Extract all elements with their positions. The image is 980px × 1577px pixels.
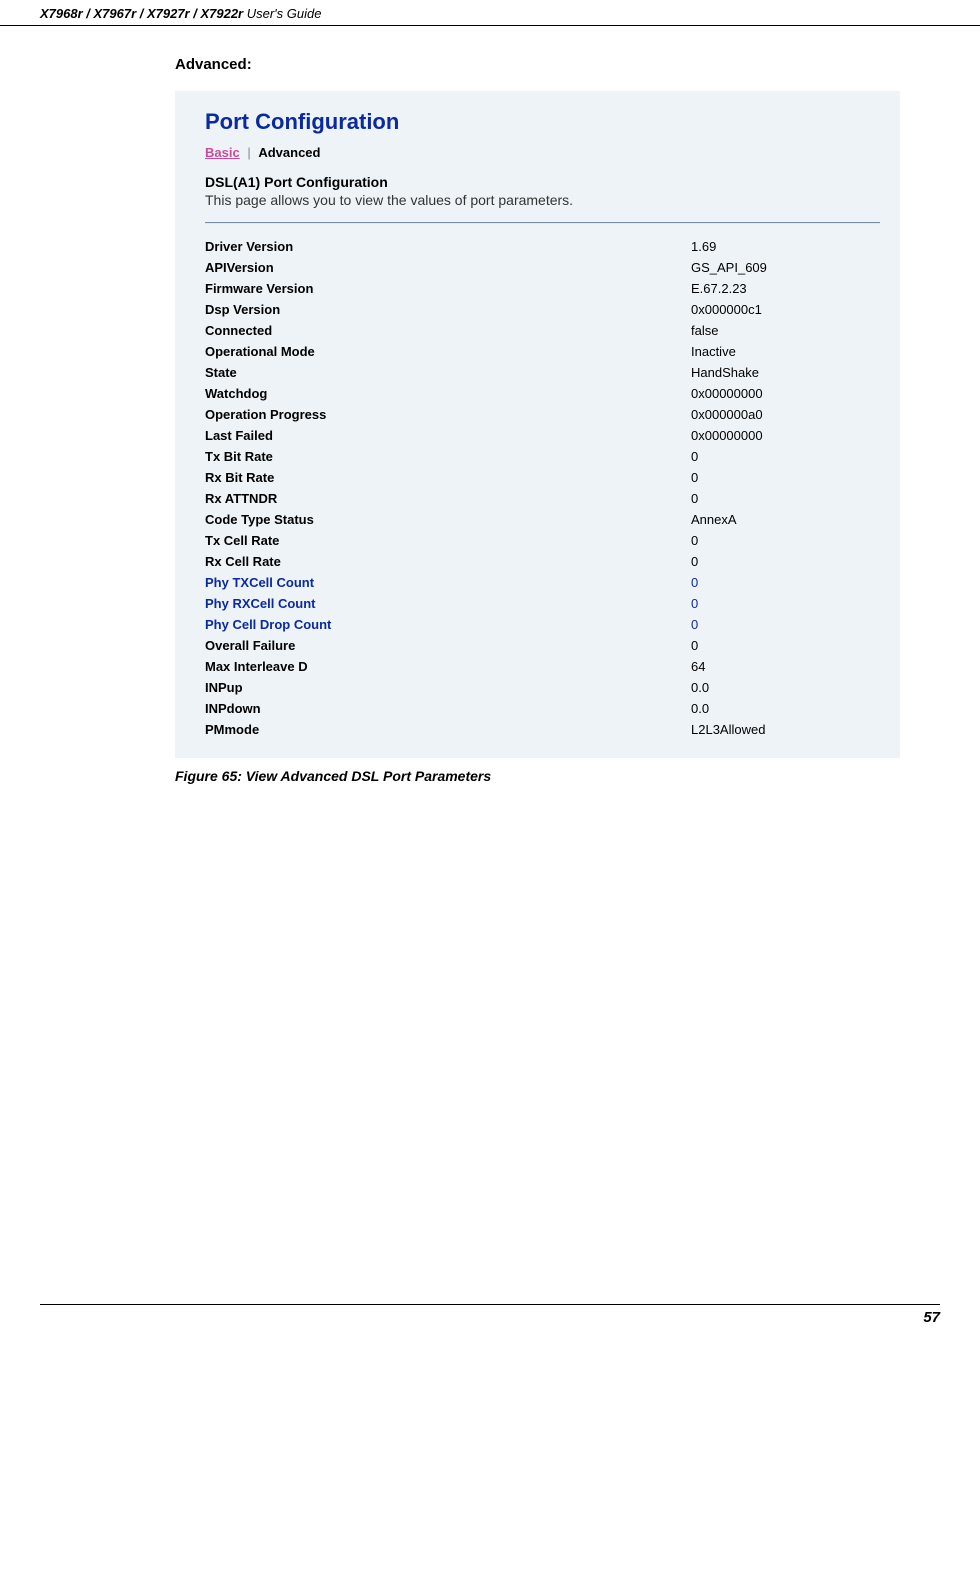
param-value: 0 (691, 530, 880, 551)
param-value: 0 (691, 593, 880, 614)
param-label: Tx Cell Rate (205, 530, 691, 551)
param-value: 0.0 (691, 698, 880, 719)
param-row: Phy RXCell Count0 (205, 593, 880, 614)
param-row: Dsp Version0x000000c1 (205, 299, 880, 320)
param-row: APIVersionGS_API_609 (205, 257, 880, 278)
param-label: Code Type Status (205, 509, 691, 530)
param-label[interactable]: Phy RXCell Count (205, 593, 691, 614)
param-label: INPup (205, 677, 691, 698)
param-label: Tx Bit Rate (205, 446, 691, 467)
param-row: Last Failed0x00000000 (205, 425, 880, 446)
param-row: Rx Bit Rate0 (205, 467, 880, 488)
param-label: Rx Bit Rate (205, 467, 691, 488)
section-heading: Advanced: (175, 56, 900, 73)
param-value: 0 (691, 614, 880, 635)
param-label: Last Failed (205, 425, 691, 446)
tab-advanced[interactable]: Advanced (258, 145, 320, 160)
port-config-panel: Port Configuration Basic | Advanced DSL(… (175, 91, 900, 758)
param-value: 0 (691, 467, 880, 488)
param-value: 64 (691, 656, 880, 677)
param-row: Connectedfalse (205, 320, 880, 341)
param-row: Watchdog0x00000000 (205, 383, 880, 404)
param-label: Overall Failure (205, 635, 691, 656)
param-value: 0 (691, 635, 880, 656)
param-value: 0 (691, 572, 880, 593)
tab-basic[interactable]: Basic (205, 145, 240, 160)
params-table: Driver Version1.69APIVersionGS_API_609Fi… (205, 236, 880, 740)
param-row: Code Type StatusAnnexA (205, 509, 880, 530)
header-models: X7968r / X7967r / X7927r / X7922r (40, 6, 243, 21)
param-label: Rx Cell Rate (205, 551, 691, 572)
param-value: 0.0 (691, 677, 880, 698)
param-label: Max Interleave D (205, 656, 691, 677)
header-guide: User's Guide (243, 6, 321, 21)
param-label: Driver Version (205, 236, 691, 257)
panel-title: Port Configuration (205, 109, 880, 135)
param-label: Rx ATTNDR (205, 488, 691, 509)
content: Advanced: Port Configuration Basic | Adv… (0, 26, 980, 784)
param-row: INPdown0.0 (205, 698, 880, 719)
param-value: 0x00000000 (691, 425, 880, 446)
param-row: Max Interleave D64 (205, 656, 880, 677)
param-value: 0x000000c1 (691, 299, 880, 320)
param-value: false (691, 320, 880, 341)
param-label: State (205, 362, 691, 383)
param-row: Firmware VersionE.67.2.23 (205, 278, 880, 299)
param-value: HandShake (691, 362, 880, 383)
param-label: Connected (205, 320, 691, 341)
param-row: Tx Cell Rate0 (205, 530, 880, 551)
param-label: Firmware Version (205, 278, 691, 299)
param-label: Operation Progress (205, 404, 691, 425)
param-value: 1.69 (691, 236, 880, 257)
panel-description: This page allows you to view the values … (205, 192, 880, 208)
figure-caption: Figure 65: View Advanced DSL Port Parame… (175, 768, 900, 784)
param-label: Dsp Version (205, 299, 691, 320)
param-row: StateHandShake (205, 362, 880, 383)
param-label: APIVersion (205, 257, 691, 278)
param-value: 0 (691, 488, 880, 509)
param-value: GS_API_609 (691, 257, 880, 278)
param-row: Driver Version1.69 (205, 236, 880, 257)
page-number: 57 (40, 1304, 940, 1326)
param-value: 0x000000a0 (691, 404, 880, 425)
param-row: Rx Cell Rate0 (205, 551, 880, 572)
param-value: 0x00000000 (691, 383, 880, 404)
param-label: INPdown (205, 698, 691, 719)
panel-subheading: DSL(A1) Port Configuration (205, 174, 880, 190)
param-row: Phy Cell Drop Count0 (205, 614, 880, 635)
param-label: PMmode (205, 719, 691, 740)
param-value: L2L3Allowed (691, 719, 880, 740)
param-row: Tx Bit Rate0 (205, 446, 880, 467)
param-label[interactable]: Phy Cell Drop Count (205, 614, 691, 635)
param-row: Operation Progress0x000000a0 (205, 404, 880, 425)
param-row: PMmodeL2L3Allowed (205, 719, 880, 740)
param-row: Rx ATTNDR0 (205, 488, 880, 509)
param-label: Operational Mode (205, 341, 691, 362)
param-label[interactable]: Phy TXCell Count (205, 572, 691, 593)
tab-separator: | (247, 145, 250, 160)
param-label: Watchdog (205, 383, 691, 404)
param-value: 0 (691, 446, 880, 467)
tabs: Basic | Advanced (205, 145, 880, 160)
param-value: Inactive (691, 341, 880, 362)
param-row: INPup0.0 (205, 677, 880, 698)
param-value: AnnexA (691, 509, 880, 530)
header-bar: X7968r / X7967r / X7927r / X7922r User's… (0, 0, 980, 26)
param-row: Operational ModeInactive (205, 341, 880, 362)
param-value: 0 (691, 551, 880, 572)
param-value: E.67.2.23 (691, 278, 880, 299)
param-row: Phy TXCell Count0 (205, 572, 880, 593)
horizontal-rule (205, 222, 880, 224)
param-row: Overall Failure0 (205, 635, 880, 656)
